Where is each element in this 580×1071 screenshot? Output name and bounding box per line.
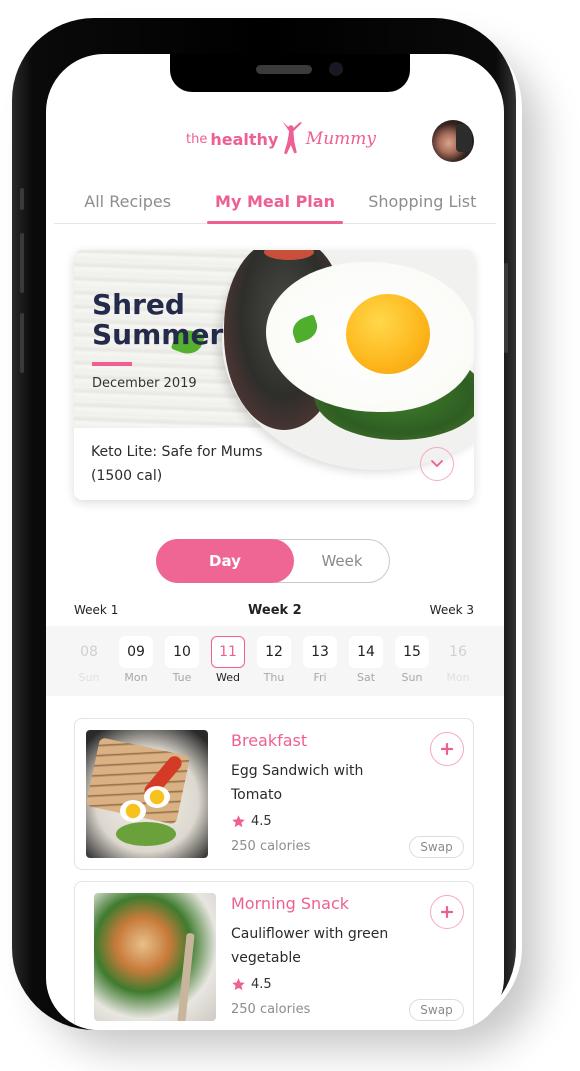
day-label: Sun xyxy=(78,671,100,684)
app-screen: the healthy Mummy All Recipes My Meal Pl… xyxy=(46,54,504,1030)
jumping-woman-icon xyxy=(282,121,303,155)
tab-my-meal-plan[interactable]: My Meal Plan xyxy=(201,182,348,224)
chevron-down-icon xyxy=(431,460,443,467)
week-prev[interactable]: Week 1 xyxy=(74,603,118,617)
plan-hero-image: Shred Summer December 2019 xyxy=(74,250,474,470)
meal-photo xyxy=(86,730,208,858)
egg-yolk-graphic xyxy=(346,294,430,374)
plan-title: Shred Summer xyxy=(92,290,223,350)
meal-calories: 250 calories xyxy=(231,1002,311,1017)
day-view-button[interactable]: Day xyxy=(156,539,294,583)
day-strip: 08 Sun 09 Mon 10 Tue 11 Wed 12 Thu 13 Fr… xyxy=(46,626,504,696)
week-next[interactable]: Week 3 xyxy=(430,603,474,617)
day-label: Mon xyxy=(446,671,470,684)
day-number: 15 xyxy=(395,636,429,668)
volume-down-button xyxy=(20,313,24,373)
plan-name: Keto Lite: Safe for Mums (1500 cal) xyxy=(91,440,391,488)
day-item[interactable]: 09 Mon xyxy=(119,636,153,684)
day-label: Mon xyxy=(124,671,148,684)
week-view-button[interactable]: Week xyxy=(295,540,389,582)
mute-switch xyxy=(20,188,24,210)
day-number: 08 xyxy=(80,644,98,660)
plan-title-line2: Summer xyxy=(92,318,224,351)
swap-button[interactable]: Swap xyxy=(409,836,464,858)
day-item[interactable]: 10 Tue xyxy=(165,636,199,684)
logo-prefix: the xyxy=(186,131,208,147)
day-item[interactable]: 14 Sat xyxy=(349,636,383,684)
egg-graphic xyxy=(144,786,170,808)
day-label: Fri xyxy=(313,671,327,684)
meal-rating: 4.5 xyxy=(231,814,272,829)
swap-button[interactable]: Swap xyxy=(409,999,464,1021)
meal-type: Breakfast xyxy=(231,731,308,750)
day-number: 13 xyxy=(303,636,337,668)
add-meal-button[interactable] xyxy=(430,732,464,766)
phone-frame: the healthy Mummy All Recipes My Meal Pl… xyxy=(12,18,516,1030)
logo-bold-word: healthy xyxy=(210,129,279,149)
day-number: 16 xyxy=(449,644,467,660)
day-label: Wed xyxy=(216,671,240,684)
day-label: Tue xyxy=(172,671,192,684)
plan-title-line1: Shred xyxy=(92,288,185,321)
user-avatar[interactable] xyxy=(432,120,474,162)
day-item[interactable]: 12 Thu xyxy=(257,636,291,684)
star-icon xyxy=(232,978,245,991)
add-meal-button[interactable] xyxy=(430,895,464,929)
front-camera xyxy=(329,62,343,76)
day-number: 11 xyxy=(211,636,245,668)
star-icon xyxy=(232,815,245,828)
plan-date: December 2019 xyxy=(92,376,197,391)
plan-name-line1: Keto Lite: Safe for Mums xyxy=(91,444,263,460)
week-selector: Week 1 Week 2 Week 3 xyxy=(74,603,474,623)
day-item[interactable]: 13 Fri xyxy=(303,636,337,684)
volume-up-button xyxy=(20,233,24,293)
day-number: 14 xyxy=(349,636,383,668)
main-tabs: All Recipes My Meal Plan Shopping List xyxy=(54,182,496,224)
meal-photo xyxy=(94,893,216,1021)
meal-name[interactable]: Cauliflower with green vegetable xyxy=(231,922,401,970)
day-label: Sun xyxy=(401,671,423,684)
day-item[interactable]: 16 Mon xyxy=(441,636,475,684)
day-item[interactable]: 15 Sun xyxy=(395,636,429,684)
week-current[interactable]: Week 2 xyxy=(248,603,302,618)
plan-expand-button[interactable] xyxy=(420,447,454,481)
meal-rating: 4.5 xyxy=(231,977,272,992)
day-number: 09 xyxy=(119,636,153,668)
meal-name[interactable]: Egg Sandwich with Tomato xyxy=(231,759,401,807)
tab-shopping-list[interactable]: Shopping List xyxy=(349,182,496,223)
meal-type: Morning Snack xyxy=(231,894,350,913)
tab-all-recipes[interactable]: All Recipes xyxy=(54,182,201,223)
meal-calories: 250 calories xyxy=(231,839,311,854)
plus-icon xyxy=(441,906,453,918)
day-item[interactable]: 08 Sun xyxy=(72,636,106,684)
lettuce-graphic xyxy=(116,822,176,846)
meal-plan-card: Shred Summer December 2019 Keto Lite: Sa… xyxy=(74,250,474,500)
day-label: Sat xyxy=(356,671,376,684)
notch xyxy=(170,54,410,92)
meal-card[interactable]: Breakfast Egg Sandwich with Tomato 4.5 2… xyxy=(74,718,474,870)
rating-value: 4.5 xyxy=(251,814,272,829)
day-label: Thu xyxy=(263,671,285,684)
day-number: 12 xyxy=(257,636,291,668)
fork-graphic xyxy=(177,932,195,1021)
plan-name-line2: (1500 cal) xyxy=(91,468,163,484)
logo-script-word: Mummy xyxy=(305,129,376,149)
brand-logo[interactable]: the healthy Mummy xyxy=(186,114,376,164)
power-button xyxy=(504,263,508,353)
meal-card[interactable]: Morning Snack Cauliflower with green veg… xyxy=(74,881,474,1030)
day-number: 10 xyxy=(165,636,199,668)
day-item-selected[interactable]: 11 Wed xyxy=(211,636,245,684)
view-toggle: Day Week xyxy=(156,539,390,583)
rating-value: 4.5 xyxy=(251,977,272,992)
title-underline xyxy=(92,362,132,366)
egg-graphic xyxy=(120,800,146,822)
plus-icon xyxy=(441,743,453,755)
speaker-grille xyxy=(256,65,312,74)
